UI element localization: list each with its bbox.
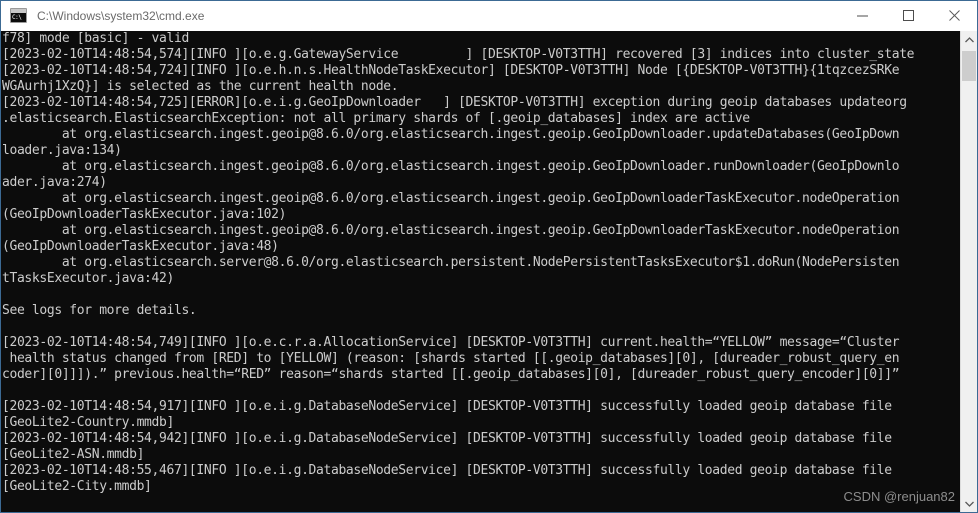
console-line: [2023-02-10T14:48:55,467][INFO ][o.e.i.g… bbox=[2, 463, 892, 478]
console-line: [2023-02-10T14:48:54,917][INFO ][o.e.i.g… bbox=[2, 399, 892, 414]
maximize-button[interactable] bbox=[885, 1, 931, 31]
console-line: at org.elasticsearch.ingest.geoip@8.6.0/… bbox=[2, 223, 900, 238]
window-titlebar[interactable]: C:\ C:\Windows\system32\cmd.exe bbox=[1, 1, 977, 31]
console-output[interactable]: f78] mode [basic] - valid [2023-02-10T14:… bbox=[1, 31, 960, 512]
minimize-button[interactable] bbox=[839, 1, 885, 31]
cmd-console-icon: C:\ bbox=[10, 8, 27, 23]
scroll-down-button[interactable] bbox=[961, 495, 977, 512]
console-line: [2023-02-10T14:48:54,574][INFO ][o.e.g.G… bbox=[2, 47, 915, 62]
console-line: ader.java:274) bbox=[2, 175, 107, 190]
scrollbar-thumb[interactable] bbox=[962, 51, 976, 81]
console-line: [2023-02-10T14:48:54,942][INFO ][o.e.i.g… bbox=[2, 431, 892, 446]
console-line: [2023-02-10T14:48:54,725][ERROR][o.e.i.g… bbox=[2, 95, 907, 110]
console-line: .elasticsearch.ElasticsearchException: n… bbox=[2, 111, 750, 126]
console-line: See logs for more details. bbox=[2, 303, 197, 318]
console-line: (GeoIpDownloaderTaskExecutor.java:102) bbox=[2, 207, 287, 222]
window-controls bbox=[839, 1, 977, 31]
icon-prompt-text: C:\ bbox=[12, 14, 22, 21]
console-line: at org.elasticsearch.ingest.geoip@8.6.0/… bbox=[2, 127, 900, 142]
cmd-window: C:\ C:\Windows\system32\cmd.exe f78] mod… bbox=[0, 0, 978, 513]
console-line: coder][0]]]).” previous.health=“RED” rea… bbox=[2, 367, 900, 382]
console-area: f78] mode [basic] - valid [2023-02-10T14:… bbox=[1, 31, 977, 512]
console-line: at org.elasticsearch.ingest.geoip@8.6.0/… bbox=[2, 191, 900, 206]
console-line: WGAurhj1XzQ}] is selected as the current… bbox=[2, 79, 399, 94]
console-line: [2023-02-10T14:48:54,724][INFO ][o.e.h.n… bbox=[2, 63, 900, 78]
console-line: tTasksExecutor.java:42) bbox=[2, 271, 174, 286]
console-line: health status changed from [RED] to [YEL… bbox=[2, 351, 900, 366]
close-button[interactable] bbox=[931, 1, 977, 31]
console-line: [2023-02-10T14:48:54,749][INFO ][o.e.c.r… bbox=[2, 335, 900, 350]
console-line: at org.elasticsearch.ingest.geoip@8.6.0/… bbox=[2, 159, 900, 174]
window-title: C:\Windows\system32\cmd.exe bbox=[37, 8, 205, 23]
console-line: f78] mode [basic] - valid bbox=[2, 31, 189, 46]
console-line: [GeoLite2-ASN.mmdb] bbox=[2, 447, 145, 462]
console-line: (GeoIpDownloaderTaskExecutor.java:48) bbox=[2, 239, 279, 254]
console-line: [GeoLite2-Country.mmdb] bbox=[2, 415, 174, 430]
console-scrollbar[interactable] bbox=[960, 31, 977, 512]
console-line: loader.java:134) bbox=[2, 143, 122, 158]
console-line: [GeoLite2-City.mmdb] bbox=[2, 479, 152, 494]
scrollbar-track[interactable] bbox=[961, 48, 977, 495]
console-line: at org.elasticsearch.server@8.6.0/org.el… bbox=[2, 255, 900, 270]
scroll-up-button[interactable] bbox=[961, 31, 977, 48]
